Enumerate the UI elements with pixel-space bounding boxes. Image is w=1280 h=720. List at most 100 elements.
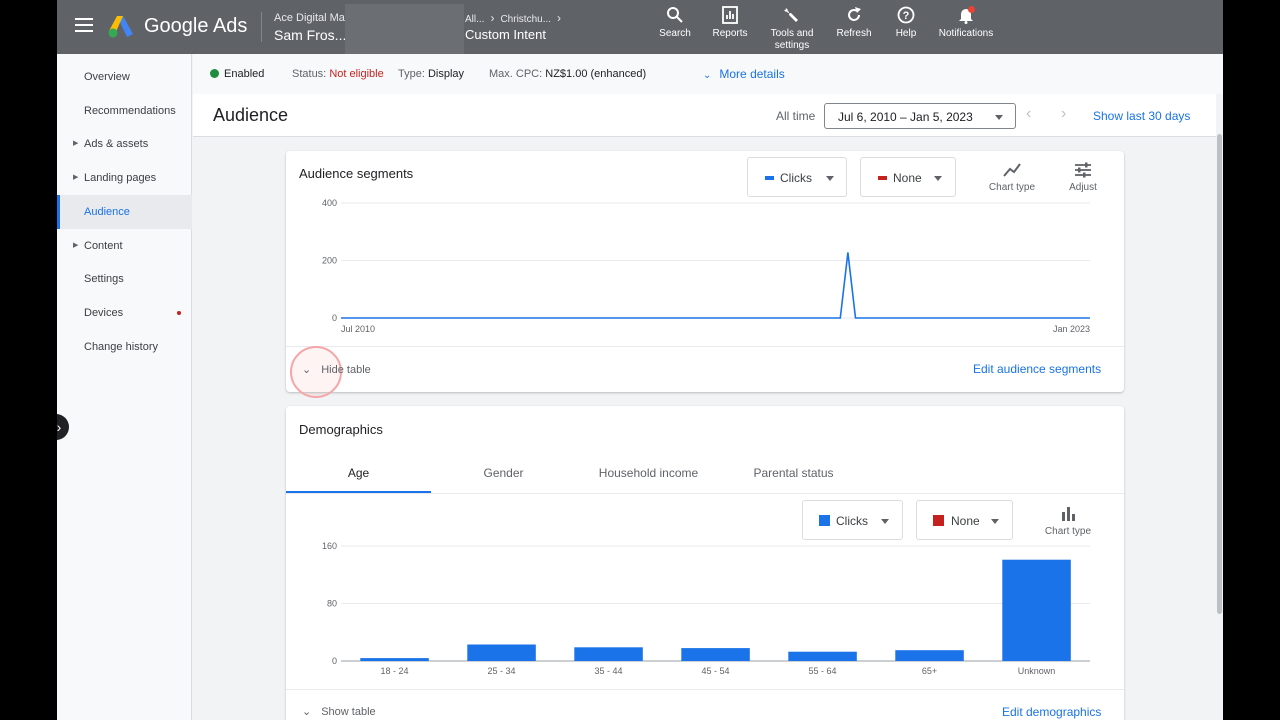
chevron-right-icon: › bbox=[490, 11, 495, 25]
notifications-button[interactable]: Notifications bbox=[934, 6, 998, 40]
help-button-label: Help bbox=[895, 28, 917, 39]
cpc-value[interactable]: NZ$1.00 (enhanced) bbox=[545, 68, 646, 80]
divider bbox=[261, 12, 262, 42]
sidebar-item-content[interactable]: ▶ Content bbox=[57, 229, 192, 263]
reports-button[interactable]: Reports bbox=[709, 6, 751, 40]
sidebar-item-label: Change history bbox=[84, 341, 158, 353]
notifications-button-label: Notifications bbox=[938, 28, 994, 39]
campaign-status-bar: Enabled Status: Not eligible Type: Displ… bbox=[193, 54, 1223, 94]
demographics-bar-chart: 0 80 160 18 - 24 25 - 34 35 - 44 45 - 54 55 - 6… bbox=[322, 541, 1090, 676]
campaign-type: Type: Display bbox=[398, 68, 464, 80]
refresh-button[interactable]: Refresh bbox=[833, 6, 875, 40]
bar-unknown bbox=[1002, 559, 1071, 661]
sidebar: Overview Recommendations ▶ Ads & assets ▶… bbox=[57, 54, 192, 720]
show-table-button[interactable]: ⌄ Show table bbox=[302, 705, 376, 718]
sidebar-item-change-history[interactable]: Change history bbox=[57, 330, 192, 364]
sidebar-item-label: Content bbox=[84, 240, 123, 252]
y-tick-label: 80 bbox=[327, 599, 337, 609]
date-range-value: Jul 6, 2010 – Jan 5, 2023 bbox=[838, 110, 973, 124]
account-name[interactable]: Ace Digital Mar bbox=[274, 12, 348, 24]
enabled-status[interactable]: Enabled bbox=[210, 68, 264, 80]
y-tick-label: 160 bbox=[322, 541, 337, 551]
audience-segments-line-chart: 0 200 400 Jul 2010 Jan 2023 bbox=[322, 198, 1090, 334]
page-header: Audience All time Jul 6, 2010 – Jan 5, 2… bbox=[193, 94, 1217, 137]
refresh-button-label: Refresh bbox=[836, 28, 872, 39]
chevron-right-icon: › bbox=[557, 11, 562, 25]
tools-settings-label: Tools and settings bbox=[770, 28, 814, 51]
search-button[interactable]: Search bbox=[655, 6, 695, 40]
show-table-label: Show table bbox=[321, 706, 376, 718]
edit-demographics-link[interactable]: Edit demographics bbox=[1002, 705, 1101, 719]
account-user[interactable]: Sam Fros... bbox=[274, 27, 346, 43]
divider bbox=[286, 346, 1124, 347]
status-value[interactable]: Not eligible bbox=[329, 68, 383, 80]
page-title: Audience bbox=[213, 105, 289, 125]
y-tick-label: 200 bbox=[322, 256, 337, 266]
bar-45-54 bbox=[681, 648, 750, 661]
sidebar-item-label: Landing pages bbox=[84, 172, 157, 184]
redacted-area bbox=[345, 4, 464, 56]
search-button-label: Search bbox=[659, 28, 691, 39]
caret-right-icon: ▶ bbox=[73, 174, 79, 181]
svg-text:?: ? bbox=[903, 10, 910, 22]
help-icon: ? bbox=[897, 6, 915, 24]
x-tick-label: 35 - 44 bbox=[594, 666, 622, 676]
more-details-link[interactable]: ⌄ More details bbox=[703, 67, 785, 81]
sidebar-item-landing-pages[interactable]: ▶ Landing pages bbox=[57, 161, 192, 195]
bar-35-44 bbox=[574, 647, 643, 661]
page-scrollbar[interactable] bbox=[1216, 94, 1223, 720]
show-last-30-days-link[interactable]: Show last 30 days bbox=[1093, 109, 1190, 123]
sidebar-item-label: Ads & assets bbox=[84, 138, 149, 150]
sidebar-item-overview[interactable]: Overview bbox=[57, 60, 192, 94]
x-tick-label: Unknown bbox=[1018, 666, 1056, 676]
x-tick-label: Jul 2010 bbox=[341, 324, 375, 334]
help-button[interactable]: ? Help bbox=[891, 6, 921, 40]
breadcrumb-item[interactable]: Christchu... bbox=[500, 14, 551, 25]
bar-25-34 bbox=[467, 644, 536, 661]
breadcrumb-title[interactable]: Custom Intent bbox=[465, 27, 546, 42]
x-tick-label: 55 - 64 bbox=[808, 666, 836, 676]
breadcrumb: All... › Christchu... › bbox=[465, 11, 567, 25]
date-range-select[interactable]: Jul 6, 2010 – Jan 5, 2023 bbox=[824, 103, 1016, 129]
sidebar-item-recommendations[interactable]: Recommendations bbox=[57, 94, 192, 128]
next-period-icon[interactable]: › bbox=[1061, 105, 1066, 123]
sidebar-item-audience[interactable]: Audience bbox=[57, 195, 192, 229]
divider bbox=[286, 689, 1124, 690]
bar-18-24 bbox=[360, 658, 429, 661]
type-value: Display bbox=[427, 68, 465, 80]
cpc-label: Max. CPC: bbox=[489, 68, 543, 80]
hide-table-label: Hide table bbox=[321, 364, 371, 376]
audience-segments-card: Audience segments Clicks None Chart type… bbox=[286, 151, 1124, 398]
alert-dot bbox=[177, 311, 181, 315]
bar-65- bbox=[895, 650, 964, 661]
y-tick-label: 400 bbox=[322, 198, 337, 208]
eligibility-status: Status: Not eligible bbox=[292, 68, 384, 80]
sidebar-item-label: Overview bbox=[84, 71, 130, 83]
x-tick-label: 18 - 24 bbox=[380, 666, 408, 676]
max-cpc: Max. CPC: NZ$1.00 (enhanced) bbox=[489, 68, 646, 80]
date-range-preset: All time bbox=[776, 109, 816, 123]
google-ads-app: Google Ads Ace Digital Mar Sam Fros... A… bbox=[57, 0, 1223, 720]
x-tick-label: 25 - 34 bbox=[487, 666, 515, 676]
sidebar-item-devices[interactable]: Devices bbox=[57, 296, 192, 330]
menu-icon[interactable] bbox=[75, 18, 93, 32]
bar-55-64 bbox=[788, 651, 857, 661]
edit-audience-segments-link[interactable]: Edit audience segments bbox=[973, 362, 1101, 376]
notification-badge bbox=[968, 6, 975, 13]
hide-table-button[interactable]: ⌄ Hide table bbox=[302, 363, 371, 376]
status-label: Status: bbox=[292, 68, 327, 80]
breadcrumb-item[interactable]: All... bbox=[465, 14, 484, 25]
previous-period-icon[interactable]: ‹ bbox=[1026, 105, 1031, 123]
chevron-down-icon: ⌄ bbox=[302, 364, 312, 376]
chevron-down-icon: ⌄ bbox=[703, 70, 712, 81]
reports-icon bbox=[722, 6, 738, 24]
chevron-right-icon[interactable]: › bbox=[57, 414, 69, 440]
y-tick-label: 0 bbox=[332, 313, 337, 323]
y-tick-label: 0 bbox=[332, 656, 337, 666]
sidebar-item-ads-assets[interactable]: ▶ Ads & assets bbox=[57, 127, 192, 161]
scrollbar-thumb[interactable] bbox=[1217, 134, 1222, 614]
tools-settings-button[interactable]: Tools and settings bbox=[764, 6, 820, 52]
sidebar-item-settings[interactable]: Settings bbox=[57, 262, 192, 296]
sidebar-item-label: Audience bbox=[84, 206, 130, 218]
clicks-series-line bbox=[341, 252, 1090, 319]
